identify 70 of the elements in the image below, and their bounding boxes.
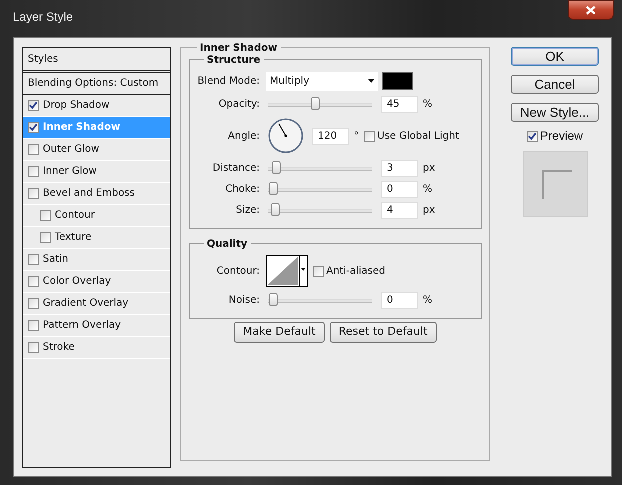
checkbox[interactable]	[28, 122, 39, 133]
color-swatch[interactable]	[382, 72, 413, 90]
checkbox[interactable]	[313, 266, 324, 276]
checkbox[interactable]	[28, 100, 39, 111]
checkbox[interactable]	[28, 254, 39, 265]
input-field[interactable]: 120	[312, 128, 349, 144]
list-header[interactable]: Styles	[23, 48, 170, 73]
list-item[interactable]: Satin	[23, 249, 170, 271]
input-field[interactable]: 3	[381, 160, 418, 176]
field-label: Contour:	[216, 264, 261, 278]
field-label: Size:	[235, 204, 261, 218]
unit-label: °	[354, 130, 359, 144]
input-field[interactable]: 0	[381, 180, 418, 198]
button[interactable]: New Style...	[511, 103, 599, 122]
button[interactable]: OK	[511, 47, 599, 66]
field-label: Angle:	[227, 130, 261, 144]
preview-thumbnail	[522, 151, 588, 217]
field-label: Opacity:	[218, 98, 261, 112]
slider-thumb[interactable]	[272, 160, 281, 174]
checkbox[interactable]	[28, 188, 39, 199]
caret-icon	[368, 79, 375, 83]
unit-label: %	[423, 294, 433, 308]
checkbox-label[interactable]: Anti-aliased	[326, 264, 386, 278]
window-title: Layer Style	[13, 9, 74, 26]
close-button[interactable]	[568, 0, 614, 20]
list-item[interactable]: Blending Options: Custom	[23, 73, 170, 95]
checkbox[interactable]	[40, 210, 51, 221]
unit-label: %	[423, 182, 433, 196]
list-item[interactable]: Inner Glow	[23, 161, 170, 183]
field-label: Noise:	[228, 294, 261, 308]
checkbox[interactable]	[28, 298, 39, 309]
slider-thumb[interactable]	[269, 182, 278, 194]
contour-picker[interactable]	[266, 255, 308, 287]
group-title: Quality	[204, 237, 251, 252]
unit-label: px	[423, 162, 436, 176]
checkbox-label[interactable]: Use Global Light	[378, 128, 460, 144]
list-item[interactable]: Bevel and Emboss	[23, 183, 170, 205]
list-item[interactable]: Pattern Overlay	[23, 315, 170, 337]
checkbox[interactable]	[364, 130, 375, 142]
list-item[interactable]: Contour	[23, 205, 170, 227]
input-field[interactable]: 45	[381, 96, 418, 112]
list-item[interactable]: Color Overlay	[23, 271, 170, 293]
checkbox[interactable]	[28, 320, 39, 331]
field-label: Blend Mode:	[196, 74, 261, 88]
unit-label: %	[423, 98, 433, 112]
checkbox[interactable]	[28, 166, 39, 177]
slider-thumb[interactable]	[269, 292, 278, 306]
field-label: Distance:	[212, 162, 261, 176]
input-field[interactable]: 0	[381, 292, 418, 308]
checkbox-label[interactable]: Preview	[540, 127, 584, 145]
list-item[interactable]: Stroke	[23, 337, 170, 359]
list-item[interactable]: Texture	[23, 227, 170, 249]
input-field[interactable]: 4	[381, 202, 418, 218]
button[interactable]: Reset to Default	[330, 322, 437, 342]
checkbox[interactable]	[40, 232, 51, 243]
checkbox[interactable]	[28, 276, 39, 287]
unit-label: px	[423, 204, 436, 218]
button[interactable]: Make Default	[234, 322, 325, 342]
slider-thumb[interactable]	[270, 202, 280, 216]
angle-dial[interactable]	[268, 118, 304, 154]
list-item[interactable]: Outer Glow	[23, 139, 170, 161]
close-icon	[586, 6, 596, 14]
list-item[interactable]: Gradient Overlay	[23, 293, 170, 315]
checkbox[interactable]	[28, 342, 39, 353]
checkbox[interactable]	[526, 130, 538, 142]
checkbox[interactable]	[28, 144, 39, 155]
button[interactable]: Cancel	[511, 75, 599, 94]
blend-mode-dropdown[interactable]: Multiply	[266, 72, 378, 90]
slider-thumb[interactable]	[311, 96, 320, 110]
field-label: Choke:	[224, 182, 261, 196]
